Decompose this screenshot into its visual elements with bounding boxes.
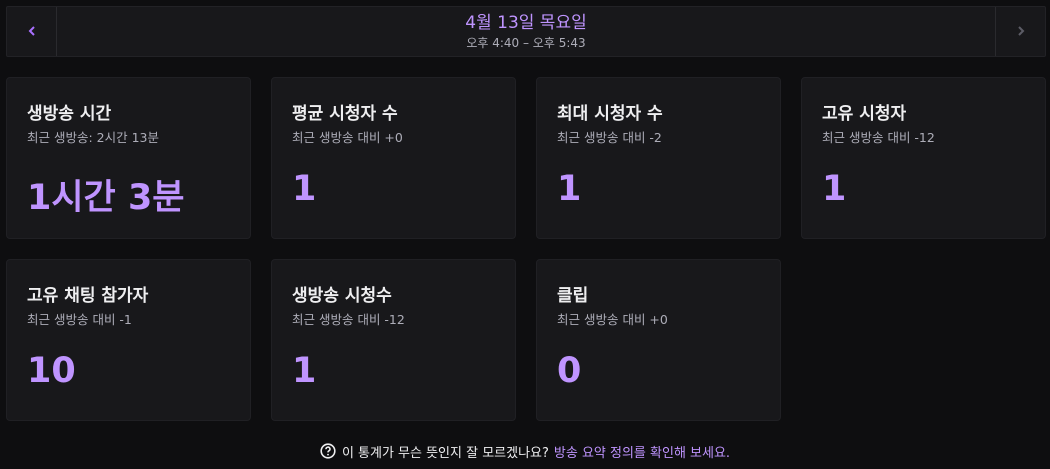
- stat-comparison: 최근 생방송: 2시간 13분: [27, 130, 159, 145]
- stat-comparison: 최근 생방송 대비 -1: [27, 312, 132, 327]
- stat-card-live-views: 생방송 시청수 최근 생방송 대비 -12 1: [271, 259, 516, 421]
- stat-card-unique-viewers: 고유 시청자 최근 생방송 대비 -12 1: [801, 77, 1046, 239]
- stat-comparison: 최근 생방송 대비 -2: [557, 130, 662, 145]
- stream-date-header: 4월 13일 목요일 오후 4:40 – 오후 5:43: [6, 6, 1046, 57]
- stat-title: 생방송 시청수: [292, 286, 392, 306]
- next-stream-button[interactable]: [995, 7, 1045, 56]
- stat-comparison: 최근 생방송 대비 -12: [292, 312, 405, 327]
- chevron-left-icon: [27, 22, 37, 41]
- chevron-right-icon: [1016, 22, 1026, 41]
- stat-value: 10: [27, 351, 76, 391]
- summary-definitions-link[interactable]: 방송 요약 정의를 확인해 보세요.: [554, 442, 730, 461]
- stat-comparison: 최근 생방송 대비 -12: [822, 130, 935, 145]
- stream-date: 4월 13일 목요일: [465, 13, 587, 33]
- stat-card-clips: 클립 최근 생방송 대비 +0 0: [536, 259, 781, 421]
- stat-title: 평균 시청자 수: [292, 104, 398, 124]
- stat-comparison: 최근 생방송 대비 +0: [557, 312, 668, 327]
- help-text: 이 통계가 무슨 뜻인지 잘 모르겠나요?: [341, 445, 549, 461]
- stat-card-unique-chatters: 고유 채팅 참가자 최근 생방송 대비 -1 10: [6, 259, 251, 421]
- stat-card-avg-viewers: 평균 시청자 수 최근 생방송 대비 +0 1: [271, 77, 516, 239]
- stat-title: 생방송 시간: [27, 104, 112, 124]
- stream-date-block: 4월 13일 목요일 오후 4:40 – 오후 5:43: [57, 7, 995, 56]
- stat-title: 고유 채팅 참가자: [27, 286, 149, 306]
- stat-value: 0: [557, 351, 582, 391]
- stat-value: 1: [292, 351, 317, 391]
- stat-title: 고유 시청자: [822, 104, 907, 124]
- stat-title: 최대 시청자 수: [557, 104, 663, 124]
- stream-time-range: 오후 4:40 – 오후 5:43: [466, 36, 586, 50]
- stat-value: 1: [822, 169, 847, 209]
- stat-comparison: 최근 생방송 대비 +0: [292, 130, 403, 145]
- question-circle-icon: [320, 443, 336, 459]
- stat-card-stream-time: 생방송 시간 최근 생방송: 2시간 13분 1시간 3분: [6, 77, 251, 239]
- stat-value: 1: [292, 169, 317, 209]
- previous-stream-button[interactable]: [7, 7, 57, 56]
- stat-value: 1: [557, 169, 582, 209]
- stat-card-max-viewers: 최대 시청자 수 최근 생방송 대비 -2 1: [536, 77, 781, 239]
- stat-value: 1시간 3분: [27, 178, 185, 218]
- stat-title: 클립: [557, 286, 589, 306]
- help-footer: 이 통계가 무슨 뜻인지 잘 모르겠나요? 방송 요약 정의를 확인해 보세요.: [0, 440, 1050, 462]
